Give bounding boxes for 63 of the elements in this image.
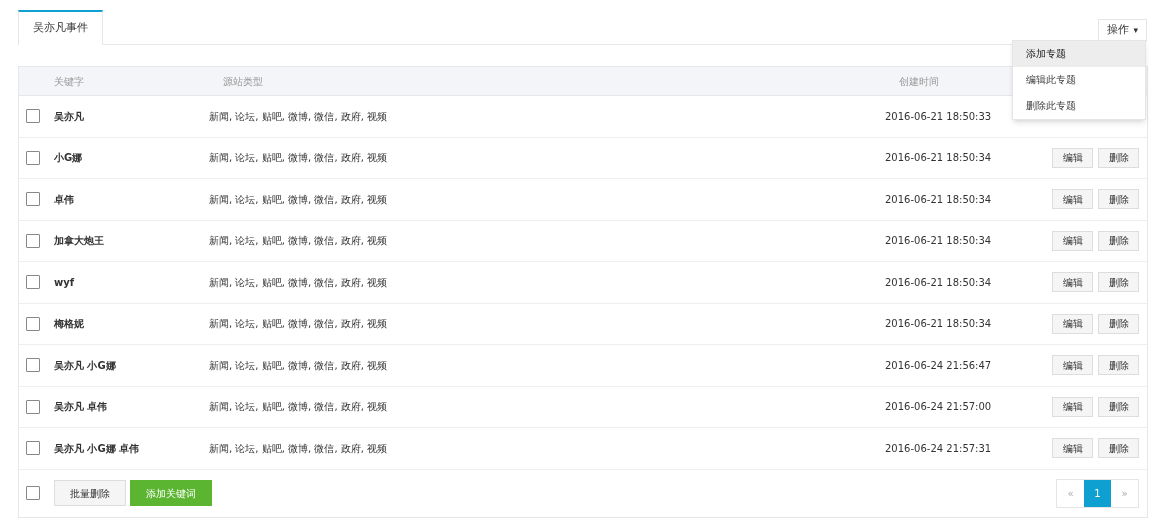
source-types-cell: 新闻, 论坛, 贴吧, 微博, 微信, 政府, 视频 (209, 318, 388, 330)
created-time-cell: 2016-06-21 18:50:34 (885, 152, 992, 164)
created-time-cell: 2016-06-21 18:50:34 (885, 276, 992, 288)
checkbox[interactable] (26, 192, 40, 207)
source-types-cell: 新闻, 论坛, 贴吧, 微博, 微信, 政府, 视频 (209, 401, 388, 413)
created-time-cell: 2016-06-21 18:50:33 (885, 110, 992, 122)
delete-button[interactable]: 删除 (1098, 396, 1139, 417)
checkbox[interactable] (26, 399, 40, 414)
column-header: 关键字 (54, 75, 84, 87)
created-time-cell: 2016-06-21 18:50:34 (885, 193, 992, 205)
checkbox[interactable] (26, 486, 40, 500)
tab[interactable]: 吴亦凡事件 (18, 10, 103, 45)
edit-button[interactable]: 编辑 (1052, 438, 1093, 459)
source-types-cell: 新闻, 论坛, 贴吧, 微博, 微信, 政府, 视频 (209, 193, 388, 205)
created-time-cell: 2016-06-24 21:56:47 (885, 359, 992, 371)
checkbox[interactable] (26, 358, 40, 373)
menu-item[interactable]: 删除此专题 (1013, 93, 1145, 119)
source-types-cell: 新闻, 论坛, 贴吧, 微博, 微信, 政府, 视频 (209, 152, 388, 164)
created-time-cell: 2016-06-24 21:57:00 (885, 401, 992, 413)
delete-button[interactable]: 删除 (1098, 438, 1139, 459)
created-time-cell: 2016-06-21 18:50:34 (885, 318, 992, 330)
checkbox[interactable] (26, 275, 40, 290)
keyword-cell: wyf (54, 276, 75, 288)
edit-button[interactable]: 编辑 (1052, 147, 1093, 168)
source-types-cell: 新闻, 论坛, 贴吧, 微博, 微信, 政府, 视频 (209, 235, 388, 247)
keyword-cell: 梅格妮 (54, 318, 84, 330)
delete-button[interactable]: 删除 (1098, 313, 1139, 334)
edit-button[interactable]: 编辑 (1052, 189, 1093, 210)
edit-button[interactable]: 编辑 (1052, 355, 1093, 376)
keyword-cell: 小G娜 (54, 152, 83, 164)
checkbox[interactable] (26, 233, 40, 248)
batch-delete-button[interactable]: 批量删除 (54, 480, 126, 506)
delete-button[interactable]: 删除 (1098, 189, 1139, 210)
delete-button[interactable]: 删除 (1098, 355, 1139, 376)
keyword-cell: 吴亦凡 小G娜 (54, 359, 116, 371)
keyword-cell: 卓伟 (54, 193, 74, 205)
edit-button[interactable]: 编辑 (1052, 230, 1093, 251)
source-types-cell: 新闻, 论坛, 贴吧, 微博, 微信, 政府, 视频 (209, 110, 388, 122)
edit-button[interactable]: 编辑 (1052, 272, 1093, 293)
edit-button[interactable]: 编辑 (1052, 313, 1093, 334)
created-time-cell: 2016-06-21 18:50:34 (885, 235, 992, 247)
menu-item[interactable]: 添加专题 (1013, 41, 1145, 67)
source-types-cell: 新闻, 论坛, 贴吧, 微博, 微信, 政府, 视频 (209, 442, 388, 454)
keyword-cell: 吴亦凡 小G娜 卓伟 (54, 442, 140, 454)
source-types-cell: 新闻, 论坛, 贴吧, 微博, 微信, 政府, 视频 (209, 276, 388, 288)
column-header: 创建时间 (899, 75, 939, 87)
keyword-cell: 吴亦凡 卓伟 (54, 401, 108, 413)
caret-icon: ▾ (1133, 23, 1138, 38)
edit-button[interactable]: 编辑 (1052, 396, 1093, 417)
checkbox[interactable] (26, 316, 40, 331)
column-header: 源站类型 (223, 75, 263, 87)
checkbox[interactable] (26, 441, 40, 456)
delete-button[interactable]: 删除 (1098, 147, 1139, 168)
created-time-cell: 2016-06-24 21:57:31 (885, 442, 992, 454)
delete-button[interactable]: 删除 (1098, 272, 1139, 293)
keyword-cell: 加拿大炮王 (54, 235, 104, 247)
menu-item[interactable]: 编辑此专题 (1013, 67, 1145, 93)
keyword-cell: 吴亦凡 (54, 110, 84, 122)
actions-dropdown-button[interactable]: 操作 ▾ (1098, 19, 1147, 42)
delete-button[interactable]: 删除 (1098, 230, 1139, 251)
source-types-cell: 新闻, 论坛, 贴吧, 微博, 微信, 政府, 视频 (209, 359, 388, 371)
checkbox[interactable] (26, 150, 40, 165)
checkbox[interactable] (26, 109, 40, 124)
